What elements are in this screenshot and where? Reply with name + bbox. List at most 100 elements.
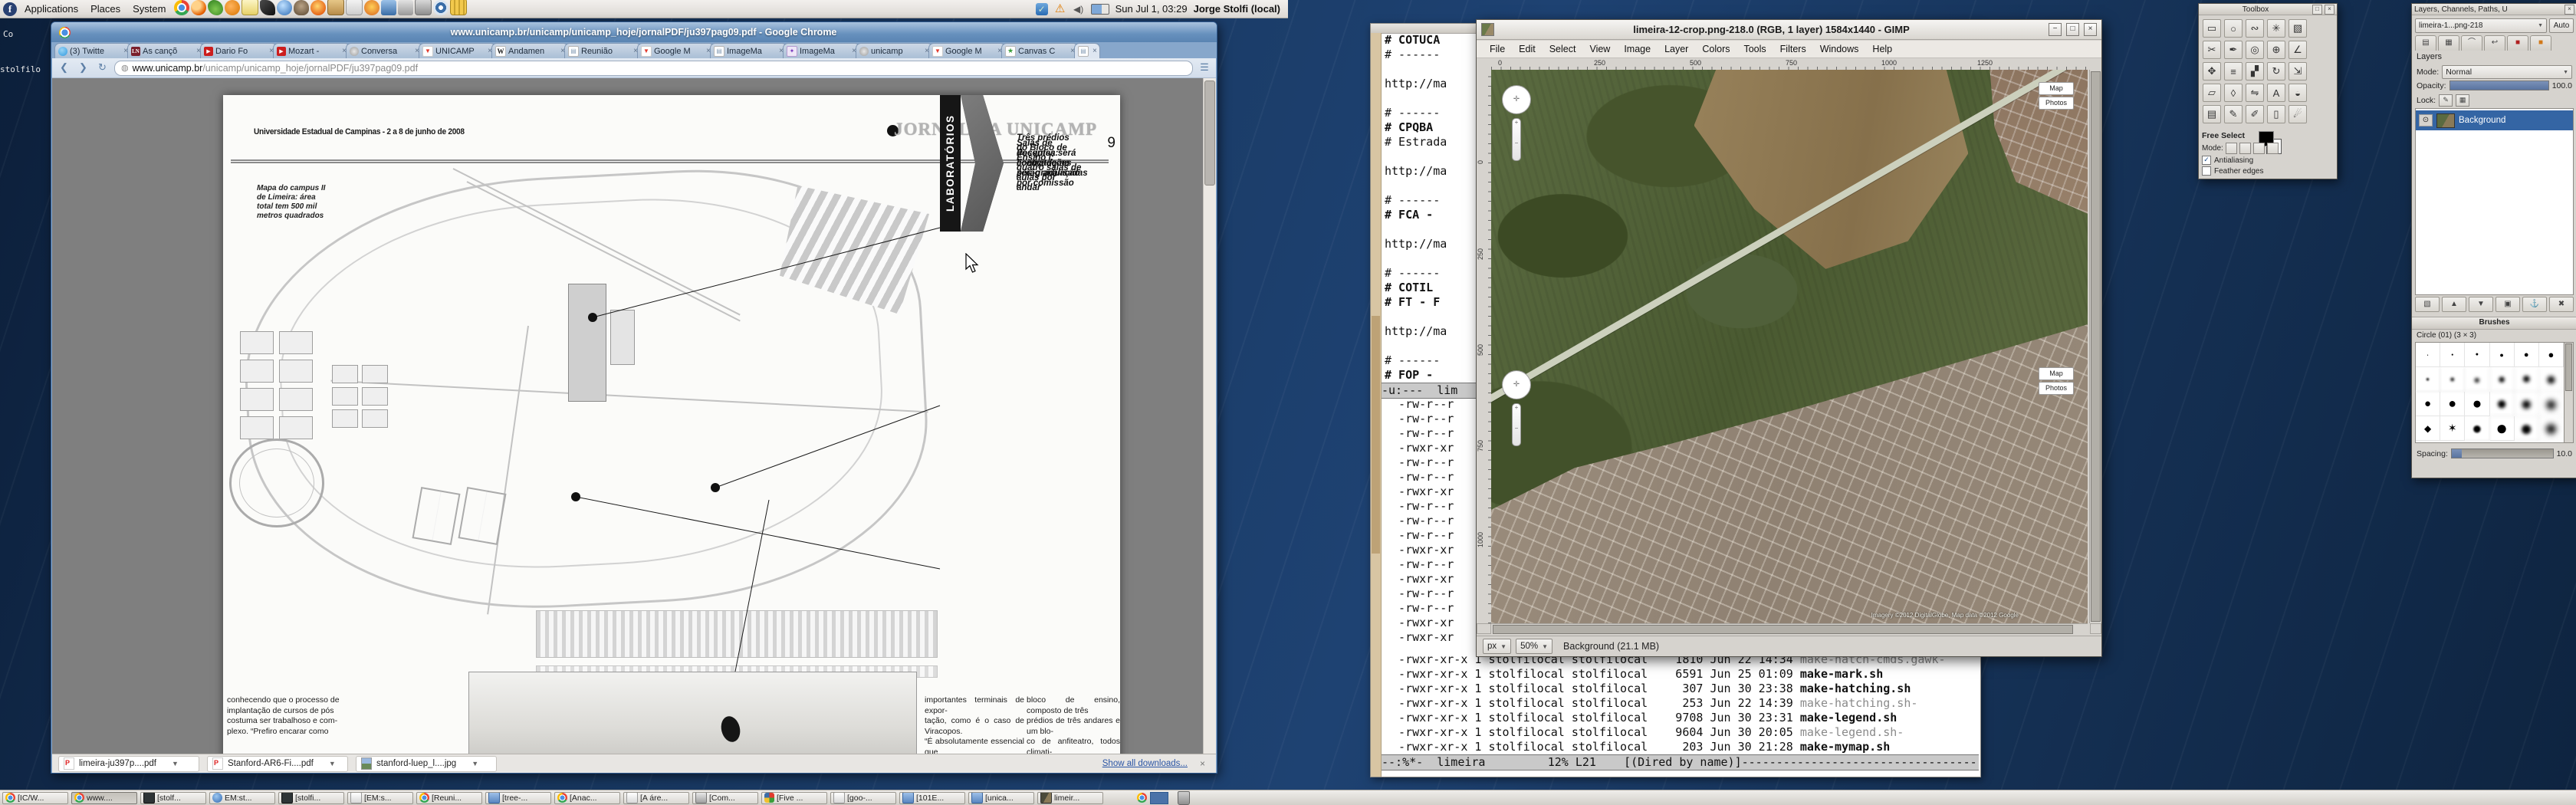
fireball-launcher-icon[interactable] [310,0,326,15]
user-menu[interactable]: Jorge Stolfi (local) [1194,3,1280,15]
brush-swatch[interactable]: ● [2440,367,2465,392]
emacs-scrollbar[interactable] [1371,33,1382,777]
dired-file-row[interactable]: -rwxr-xr-x 1 stolfilocal stolfilocal 659… [1385,667,1946,682]
brush-swatch[interactable]: ● [2515,367,2539,392]
download-item[interactable]: limeira-ju397p....pdf▼ [58,756,199,772]
brush-swatch[interactable]: ● [2539,392,2564,416]
gimp-menu-item[interactable]: Windows [1813,44,1866,54]
visibility-eye-icon[interactable]: ⊙ [2419,114,2433,127]
delete-layer-button[interactable]: ✖ [2549,297,2574,312]
quickmask-toggle[interactable] [1477,623,1491,634]
horizontal-ruler[interactable]: 025050075010001250 [1491,59,2088,71]
brushes-scrollbar[interactable] [2564,342,2574,443]
gimp-hscrollbar[interactable] [1491,623,2088,635]
auto-button[interactable]: Auto [2549,18,2574,33]
layers-titlebar[interactable]: Layers, Channels, Paths, U × [2412,4,2576,15]
reload-button[interactable]: ↻ [95,61,110,75]
mode-add-button[interactable] [2239,143,2251,154]
brush-swatch[interactable]: ● [2490,416,2515,441]
fuzzy-select-tool[interactable]: ✳ [2267,19,2285,38]
plant-launcher-icon[interactable] [208,0,223,15]
vertical-ruler[interactable]: 025050075010001250 [1477,70,1492,623]
gimp-menu-item[interactable]: Filters [1773,44,1813,54]
brush-swatch[interactable]: ◆ [2416,416,2440,441]
archive-launcher-icon[interactable] [327,0,344,15]
brush-swatch[interactable]: ● [2465,343,2489,367]
browser-tab[interactable]: Andamen× [491,43,569,58]
maximize-button[interactable]: □ [2066,23,2079,36]
brush-swatch[interactable]: ● [2465,367,2489,392]
chrome-titlebar[interactable]: www.unicamp.br/unicamp/unicamp_hoje/jorn… [51,22,1217,42]
brush-swatch[interactable]: ● [2539,367,2564,392]
text-editor-launcher-icon[interactable] [242,0,258,15]
flip-tool[interactable]: ⇋ [2246,84,2264,102]
zoom-select[interactable]: 50%▼ [1516,639,1552,654]
firefox-launcher-icon[interactable] [191,0,206,15]
duplicate-layer-button[interactable]: ▣ [2496,297,2520,312]
scanner-launcher-icon[interactable] [415,0,432,15]
align-tool[interactable]: ≡ [2224,62,2242,80]
download-item[interactable]: Stanford-AR6-Fi....pdf▼ [207,756,348,772]
brush-swatch[interactable]: ● [2416,392,2440,416]
feather-edges-checkbox[interactable] [2202,166,2211,176]
pdf-scroll-thumb[interactable] [1204,80,1215,186]
brush-swatch[interactable]: ● [2465,392,2489,416]
gimp-menu-item[interactable]: Image [1617,44,1658,54]
opacity-slider[interactable] [2450,80,2549,90]
select-by-color-tool[interactable]: ▧ [2288,19,2307,38]
crop-tool[interactable]: ▞ [2246,62,2264,80]
gimp-menu-item[interactable]: Colors [1695,44,1737,54]
owl-launcher-icon[interactable] [294,0,309,15]
channels-tab[interactable]: ▦ [2438,35,2459,51]
back-button[interactable]: ❮ [57,61,71,75]
perspective-tool[interactable]: ◊ [2224,84,2242,102]
layer-row-background[interactable]: ⊙ Background [2416,110,2573,130]
text-tool[interactable]: A [2267,84,2285,102]
browser-tab[interactable]: ImageMa× [710,43,787,58]
tab-close-icon[interactable]: × [1091,47,1097,55]
rect-select-tool[interactable]: ▭ [2203,19,2221,38]
mode-subtract-button[interactable] [2253,143,2265,154]
image-selection-dropdown[interactable]: limeira-1...png-218▼ [2415,18,2547,33]
brush-swatch[interactable]: ● [2440,392,2465,416]
gimp-menu-item[interactable]: File [1483,44,1512,54]
brush-swatch[interactable]: ● [2440,343,2465,367]
inkscape-launcher-icon[interactable] [260,0,275,15]
close-button[interactable]: × [2084,23,2097,36]
rotate-tool[interactable]: ↻ [2267,62,2285,80]
dropbox-icon[interactable]: ✓ [1036,3,1048,15]
dired-file-name[interactable]: make-mymap.sh [1800,740,1890,754]
update-warning-icon[interactable]: ⚠ [1054,3,1066,15]
unit-select[interactable]: px▼ [1483,639,1511,654]
gimp-titlebar[interactable]: limeira-12-crop.png-218.0 (RGB, 1 layer)… [1477,20,2101,40]
brush-swatch[interactable]: ● [2539,343,2564,367]
blend-tool[interactable]: ▤ [2203,105,2221,123]
panel-menu[interactable]: Places [84,2,127,16]
navigation-button[interactable] [2090,623,2101,634]
colors-tab[interactable]: ■ [2530,35,2551,51]
dired-file-row[interactable]: -rwxr-xr-x 1 stolfilocal stolfilocal 307… [1385,682,1946,696]
media-player-launcher-icon[interactable] [277,0,292,15]
brush-swatch[interactable]: ● [2416,343,2440,367]
browser-tab[interactable]: Google M× [637,43,715,58]
minimize-button[interactable]: − [2049,23,2062,36]
close-button[interactable]: × [2564,5,2574,15]
raise-layer-button[interactable]: ▲ [2442,297,2466,312]
battery-icon[interactable] [1091,4,1109,15]
audio-launcher-icon[interactable] [364,0,380,15]
gimp-canvas-aerial-image[interactable]: ✛+− ✛+− Map Photos Map Photos Imagery ©2… [1491,70,2088,623]
downloads-close-icon[interactable]: × [1195,758,1210,769]
gimp-vscrollbar[interactable] [2089,70,2101,623]
brush-swatch[interactable]: ✶ [2440,416,2465,441]
bucket-fill-tool[interactable]: ◒ [2288,84,2307,102]
video-launcher-icon[interactable] [381,0,396,15]
paths-tool[interactable]: ✒ [2224,41,2242,59]
gimp-menu-item[interactable]: Tools [1737,44,1773,54]
antialiasing-checkbox[interactable]: ✓ [2202,156,2211,165]
show-all-downloads-link[interactable]: Show all downloads... [1102,759,1188,768]
wrench-menu-icon[interactable]: ☰ [1198,61,1211,75]
undo-history-tab[interactable]: ↩ [2484,35,2505,51]
pencil-tool[interactable]: ✎ [2224,105,2242,123]
toolbox-titlebar[interactable]: Toolbox □ × [2199,4,2337,15]
browser-tab[interactable]: UNICAMP× [419,43,496,58]
